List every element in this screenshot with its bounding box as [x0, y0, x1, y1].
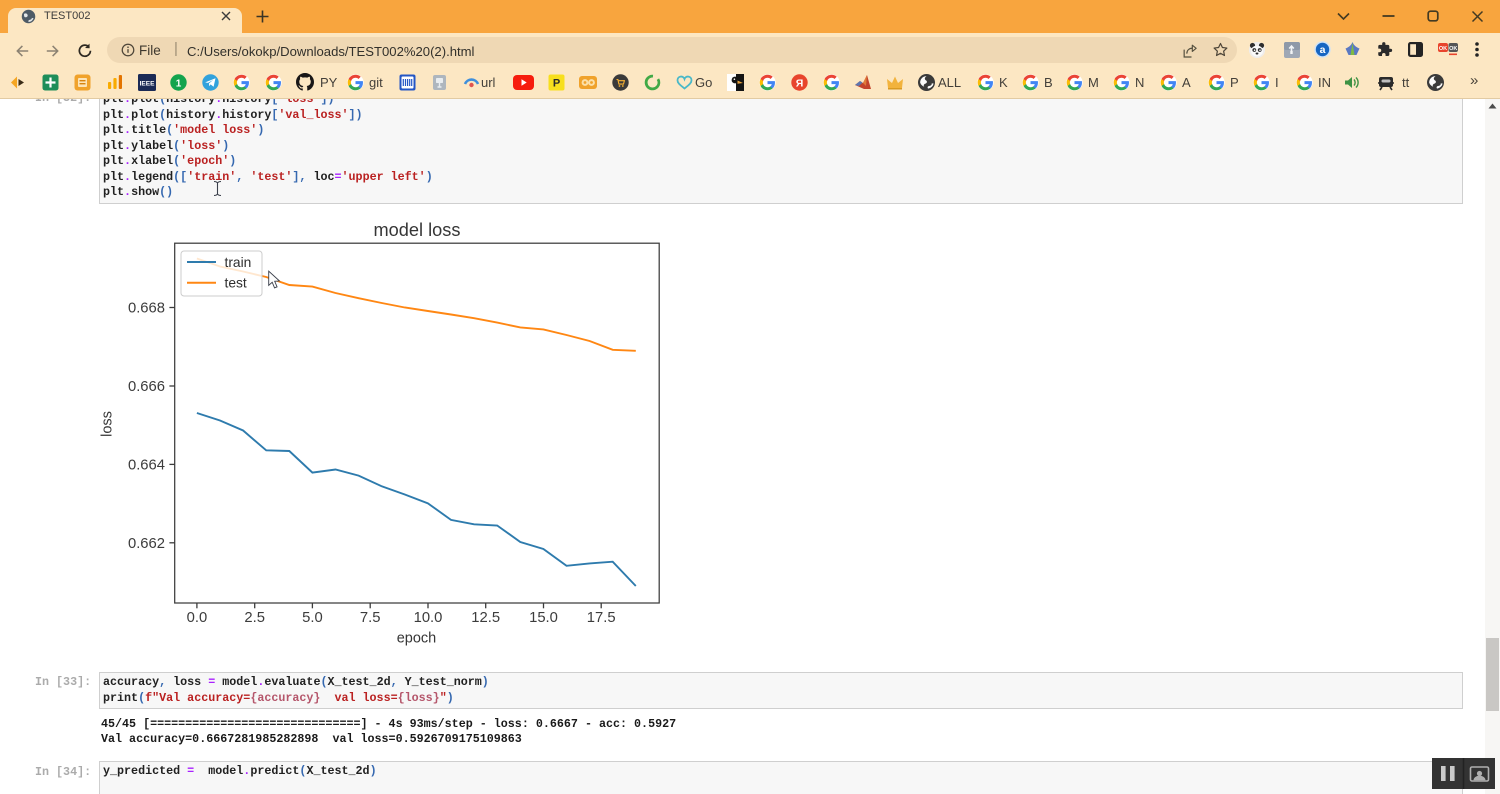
svg-text:0.662: 0.662 — [128, 536, 165, 552]
svg-text:train: train — [225, 255, 252, 270]
svg-text:12.5: 12.5 — [471, 610, 500, 626]
svg-text:model loss: model loss — [374, 220, 461, 240]
svg-text:epoch: epoch — [397, 631, 437, 647]
svg-text:loss: loss — [100, 411, 116, 437]
svg-text:0.666: 0.666 — [128, 379, 165, 395]
svg-text:P: P — [553, 78, 560, 90]
svg-text:15.0: 15.0 — [529, 610, 558, 626]
svg-text:OK: OK — [1439, 46, 1447, 52]
svg-text:0.668: 0.668 — [128, 301, 165, 317]
svg-text:1: 1 — [176, 78, 182, 89]
svg-text:IEEE: IEEE — [140, 81, 155, 88]
svg-text:test: test — [225, 276, 247, 291]
svg-text:0.664: 0.664 — [128, 458, 165, 474]
svg-text:a: a — [1320, 44, 1326, 56]
svg-text:7.5: 7.5 — [360, 610, 381, 626]
svg-text:10.0: 10.0 — [414, 610, 443, 626]
svg-text:5.0: 5.0 — [302, 610, 323, 626]
svg-text:2.5: 2.5 — [244, 610, 265, 626]
svg-text:Я: Я — [796, 77, 804, 89]
svg-text:0.0: 0.0 — [187, 610, 208, 626]
svg-text:17.5: 17.5 — [587, 610, 616, 626]
svg-text:OK: OK — [1449, 46, 1457, 52]
